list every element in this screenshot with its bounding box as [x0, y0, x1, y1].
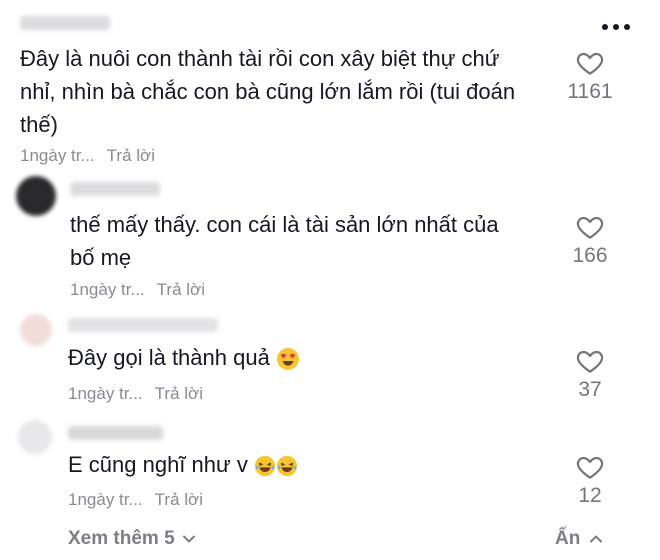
- reply-button[interactable]: Trả lời: [155, 490, 203, 510]
- comment-text: thế mấy thấy. con cái là tài sản lớn nhấ…: [70, 208, 540, 274]
- reply-button[interactable]: Trả lời: [157, 280, 205, 300]
- like-count: 166: [572, 244, 608, 267]
- more-options-icon[interactable]: [602, 24, 630, 30]
- comment-line: Đây gọi là thành quả: [68, 345, 270, 370]
- see-more-label: Xem thêm 5: [68, 528, 175, 549]
- username-blurred[interactable]: [20, 16, 110, 30]
- comment-line: Đây là nuôi con thành tài rồi con xây bi…: [20, 46, 500, 71]
- comment-meta: 1ngày tr... Trả lời: [20, 146, 155, 166]
- username-blurred[interactable]: [70, 182, 160, 196]
- comment-line: nhỉ, nhìn bà chắc con bà cũng lớn lắm rồ…: [20, 79, 516, 104]
- heart-eyes-emoji-icon: [276, 348, 299, 371]
- comment-meta: 1ngày tr... Trả lời: [70, 280, 205, 300]
- username-blurred[interactable]: [68, 426, 163, 440]
- hide-label: Ẩn: [555, 528, 581, 549]
- username-blurred[interactable]: [68, 318, 218, 332]
- like-button[interactable]: 166: [565, 212, 615, 268]
- like-button[interactable]: 1161: [565, 48, 615, 104]
- comment-time: 1ngày tr...: [20, 146, 95, 165]
- chevron-up-icon: [590, 535, 603, 543]
- comment-text: Đây gọi là thành quả: [68, 341, 538, 374]
- comment-time: 1ngày tr...: [70, 280, 145, 299]
- reply-button[interactable]: Trả lời: [107, 146, 155, 166]
- hide-replies-button[interactable]: Ẩn: [555, 528, 606, 550]
- comment-line: bố mẹ: [70, 245, 132, 270]
- comment-meta: 1ngày tr... Trả lời: [68, 490, 203, 510]
- comment-text: Đây là nuôi con thành tài rồi con xây bi…: [20, 42, 560, 141]
- chevron-down-icon: [182, 535, 195, 543]
- comment-line: thế): [20, 112, 58, 137]
- like-count: 37: [578, 378, 602, 401]
- avatar[interactable]: [18, 420, 52, 454]
- see-more-replies-button[interactable]: Xem thêm 5: [68, 528, 199, 550]
- comment-text: E cũng nghĩ như v: [68, 448, 538, 481]
- laughing-emoji-icon: [254, 456, 276, 477]
- comment-line: thế mấy thấy. con cái là tài sản lớn nhấ…: [70, 212, 499, 237]
- like-count: 12: [578, 484, 602, 507]
- like-button[interactable]: 12: [565, 452, 615, 508]
- comment-line: E cũng nghĩ như v: [68, 452, 248, 477]
- avatar[interactable]: [20, 314, 52, 346]
- comment-time: 1ngày tr...: [68, 384, 143, 403]
- reply-button[interactable]: Trả lời: [155, 384, 203, 404]
- like-button[interactable]: 37: [565, 346, 615, 402]
- heart-icon: [576, 456, 604, 479]
- comment-meta: 1ngày tr... Trả lời: [68, 384, 203, 404]
- avatar[interactable]: [16, 176, 56, 216]
- heart-icon: [576, 216, 604, 239]
- laughing-emoji-icon: [276, 456, 298, 477]
- heart-icon: [576, 350, 604, 373]
- comment-time: 1ngày tr...: [68, 490, 143, 509]
- like-count: 1161: [567, 80, 613, 103]
- heart-icon: [576, 52, 604, 75]
